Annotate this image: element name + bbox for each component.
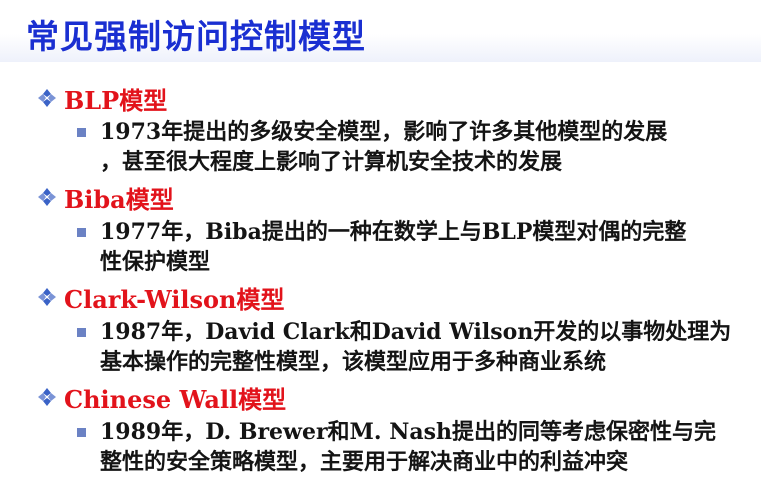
section-heading: Biba模型	[36, 181, 174, 214]
square-bullet-icon	[77, 428, 86, 437]
square-bullet-icon	[77, 128, 86, 137]
description-line: ，甚至很大程度上影响了计算机安全技术的发展	[100, 149, 563, 175]
description-line: 基本操作的完整性模型，该模型应用于多种商业系统	[100, 349, 607, 375]
section-description: 1977年，Biba提出的一种在数学上与BLP模型对偶的完整 性保护模型	[100, 217, 755, 277]
description-line: 性保护模型	[100, 249, 211, 275]
section-heading: Clark-Wilson模型	[36, 281, 285, 314]
section-description: 1987年，David Clark和David Wilson开发的以事物处理为 …	[100, 317, 755, 377]
square-bullet-icon	[77, 228, 86, 237]
description-line: 1973年提出的多级安全模型，影响了许多其他模型的发展	[100, 119, 668, 145]
section-heading-text: Clark-Wilson模型	[64, 284, 285, 314]
description-line: 整性的安全策略模型，主要用于解决商业中的利益冲突	[100, 449, 629, 475]
diamond-four-dots-icon	[38, 188, 56, 206]
section-heading: BLP模型	[36, 82, 168, 115]
section-heading-text: BLP模型	[64, 85, 168, 115]
diamond-four-dots-icon	[38, 388, 56, 406]
diamond-four-dots-icon	[38, 288, 56, 306]
description-line: 1977年，Biba提出的一种在数学上与BLP模型对偶的完整	[100, 219, 687, 245]
diamond-four-dots-icon	[38, 89, 56, 107]
description-line: 1989年，D. Brewer和M. Nash提出的同等考虑保密性与完	[100, 419, 716, 445]
section-heading-text: Chinese Wall模型	[64, 384, 287, 414]
section-description: 1989年，D. Brewer和M. Nash提出的同等考虑保密性与完 整性的安…	[100, 417, 755, 477]
square-bullet-icon	[77, 328, 86, 337]
section-heading-text: Biba模型	[64, 184, 174, 214]
slide-title: 常见强制访问控制模型	[26, 17, 366, 56]
section-description: 1973年提出的多级安全模型，影响了许多其他模型的发展 ，甚至很大程度上影响了计…	[100, 117, 755, 177]
description-line: 1987年，David Clark和David Wilson开发的以事物处理为	[100, 319, 732, 345]
section-heading: Chinese Wall模型	[36, 381, 287, 414]
